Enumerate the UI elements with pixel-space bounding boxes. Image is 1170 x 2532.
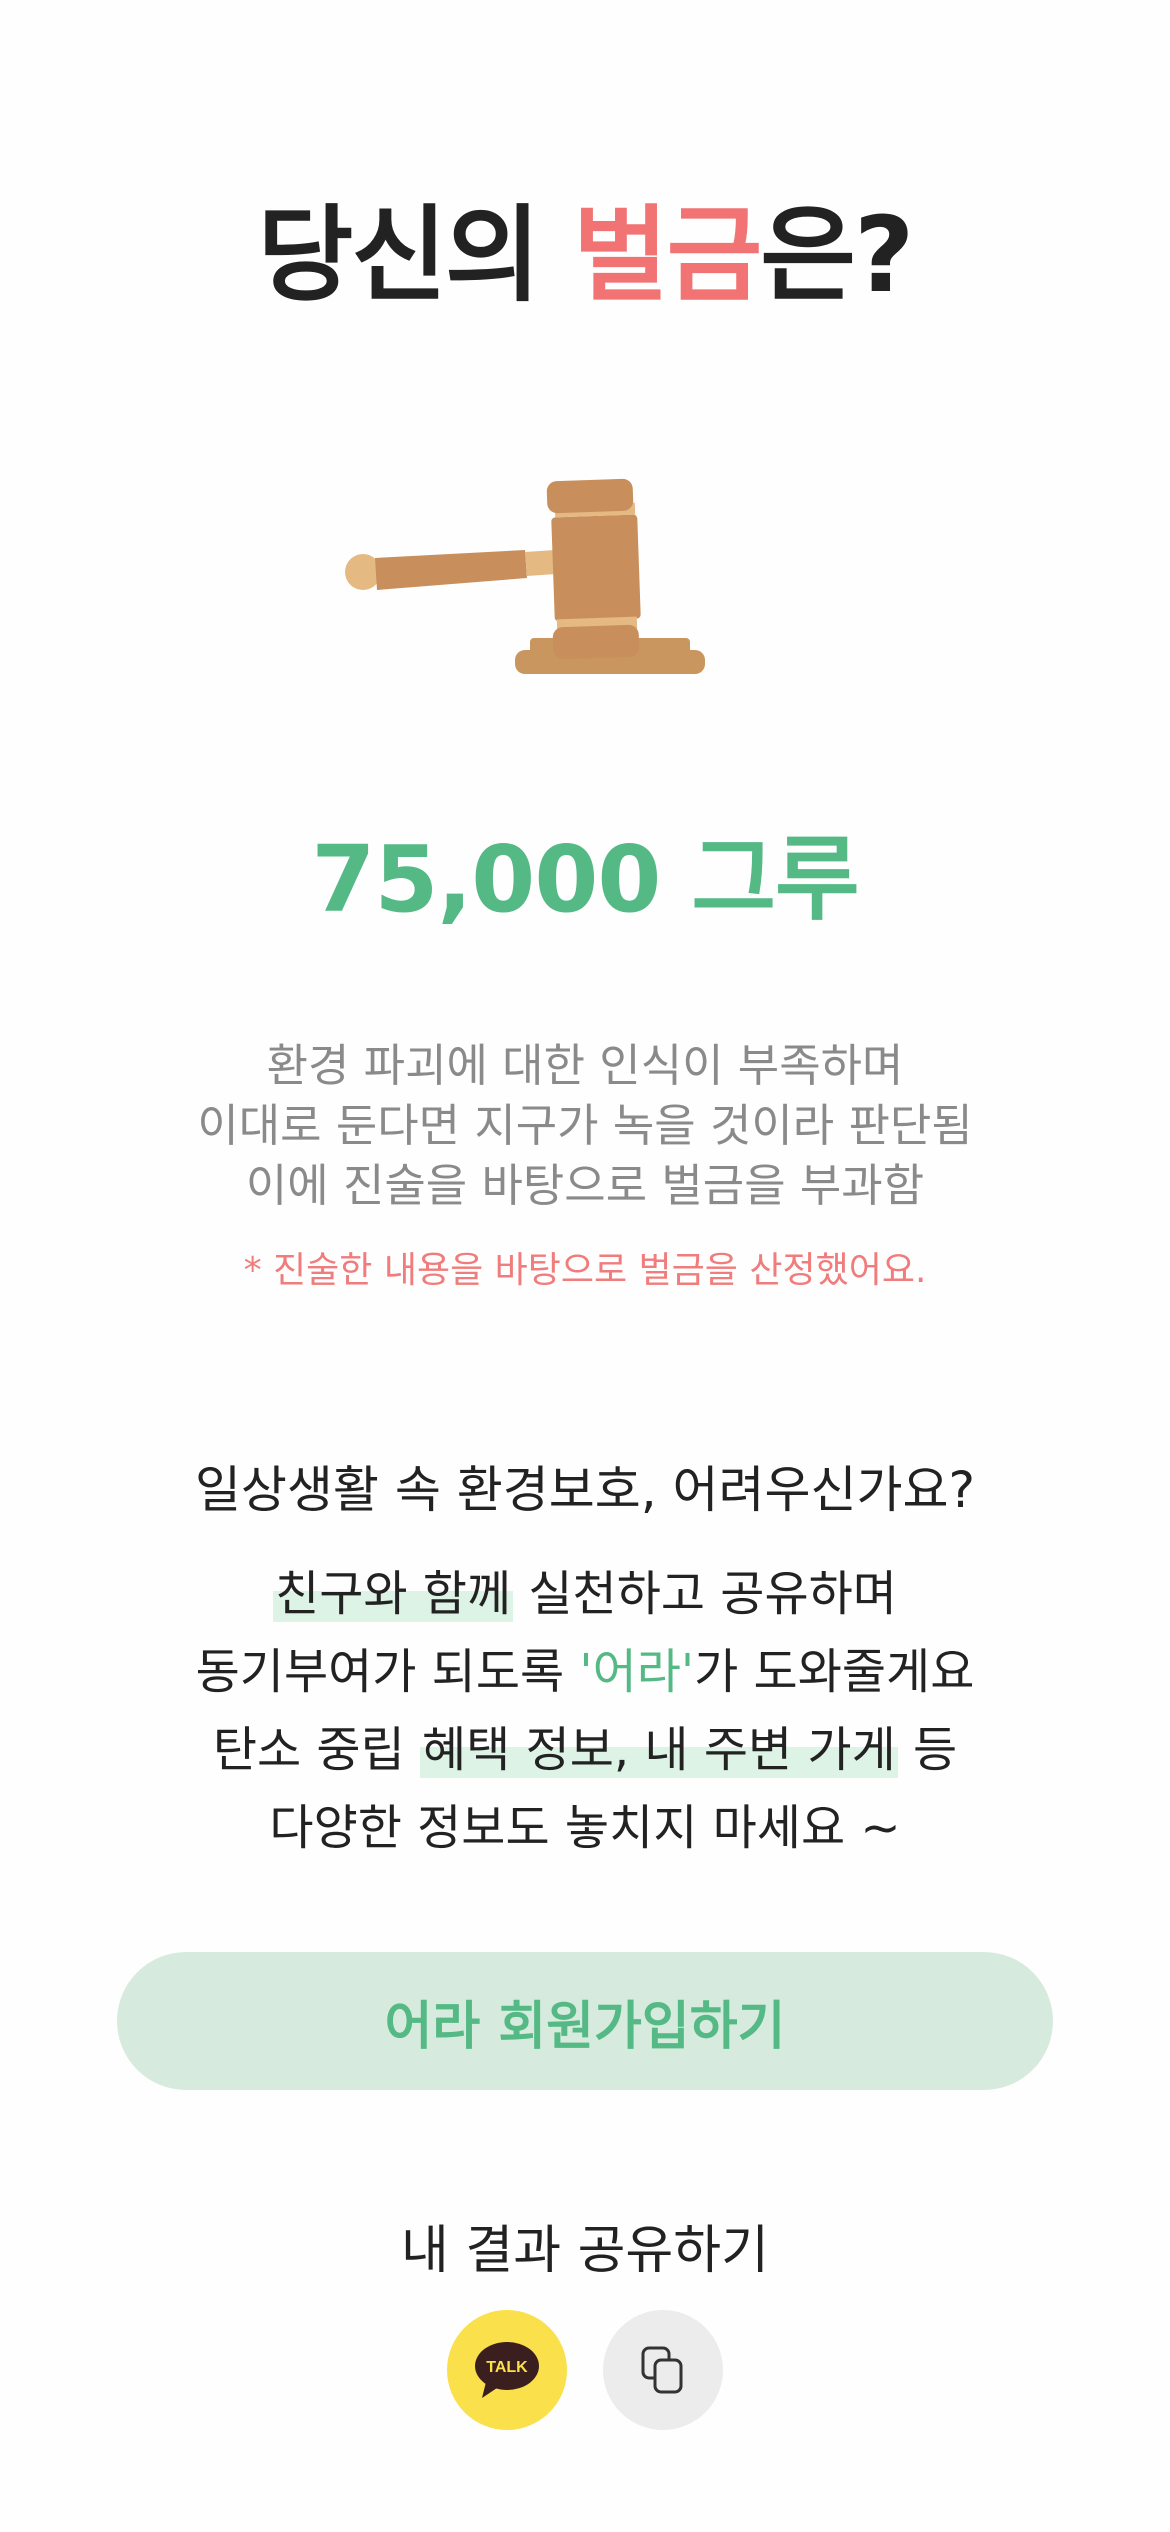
kakao-label: TALK bbox=[486, 2359, 528, 2376]
promo-text: 친구와 함께 실천하고 공유하며 동기부여가 되도록 '어라'가 도와줄게요 탄… bbox=[0, 1555, 1170, 1867]
promo-line-3-before: 탄소 중립 bbox=[212, 1722, 420, 1778]
promo-line-3: 탄소 중립 혜택 정보, 내 주변 가게 등 bbox=[0, 1711, 1170, 1789]
promo-line-2-after: 가 도와줄게요 bbox=[694, 1644, 975, 1700]
kakaotalk-icon: TALK bbox=[475, 2342, 539, 2398]
fine-amount: 75,000 그루 bbox=[311, 826, 859, 933]
kakao-share-button[interactable]: TALK bbox=[447, 2310, 567, 2430]
fine-reason: 환경 파괴에 대한 인식이 부족하며 이대로 둔다면 지구가 녹을 것이라 판단… bbox=[0, 1036, 1170, 1216]
title-suffix: 은? bbox=[760, 194, 914, 316]
brand-name: '어라' bbox=[579, 1644, 695, 1700]
promo-line-1-rest: 실천하고 공유하며 bbox=[513, 1566, 897, 1622]
promo-line-1: 친구와 함께 실천하고 공유하며 bbox=[0, 1555, 1170, 1633]
page-title: 당신의 벌금은? bbox=[0, 190, 1170, 320]
promo-heading: 일상생활 속 환경보호, 어려우신가요? bbox=[194, 1461, 976, 1519]
gavel-icon bbox=[345, 478, 705, 674]
promo-line-2-before: 동기부여가 되도록 bbox=[195, 1644, 580, 1700]
promo-line-2: 동기부여가 되도록 '어라'가 도와줄게요 bbox=[0, 1633, 1170, 1711]
reason-line: 이대로 둔다면 지구가 녹을 것이라 판단됨 bbox=[197, 1099, 973, 1152]
highlight-friends: 친구와 함께 bbox=[273, 1566, 514, 1622]
reason-line: 환경 파괴에 대한 인식이 부족하며 bbox=[266, 1039, 904, 1092]
title-accent: 벌금 bbox=[572, 194, 762, 316]
share-buttons: TALK bbox=[0, 2310, 1170, 2430]
calculation-note: * 진술한 내용을 바탕으로 벌금을 산정했어요. bbox=[243, 1250, 927, 1291]
copy-icon bbox=[641, 2346, 683, 2394]
copy-link-button[interactable] bbox=[603, 2310, 723, 2430]
promo-line-3-after: 등 bbox=[897, 1722, 958, 1778]
highlight-benefits: 혜택 정보, 내 주변 가게 bbox=[420, 1722, 898, 1778]
result-page: 당신의 벌금은? 75,000 그루 환경 파괴에 대한 인식이 부족하며 이대… bbox=[0, 0, 1170, 2532]
reason-line: 이에 진술을 바탕으로 벌금을 부과함 bbox=[245, 1159, 925, 1212]
signup-button[interactable]: 어라 회원가입하기 bbox=[117, 1952, 1053, 2090]
share-label: 내 결과 공유하기 bbox=[401, 2221, 769, 2281]
promo-line-4: 다양한 정보도 놓치지 마세요 ~ bbox=[269, 1800, 901, 1856]
title-prefix: 당신의 bbox=[257, 194, 573, 316]
